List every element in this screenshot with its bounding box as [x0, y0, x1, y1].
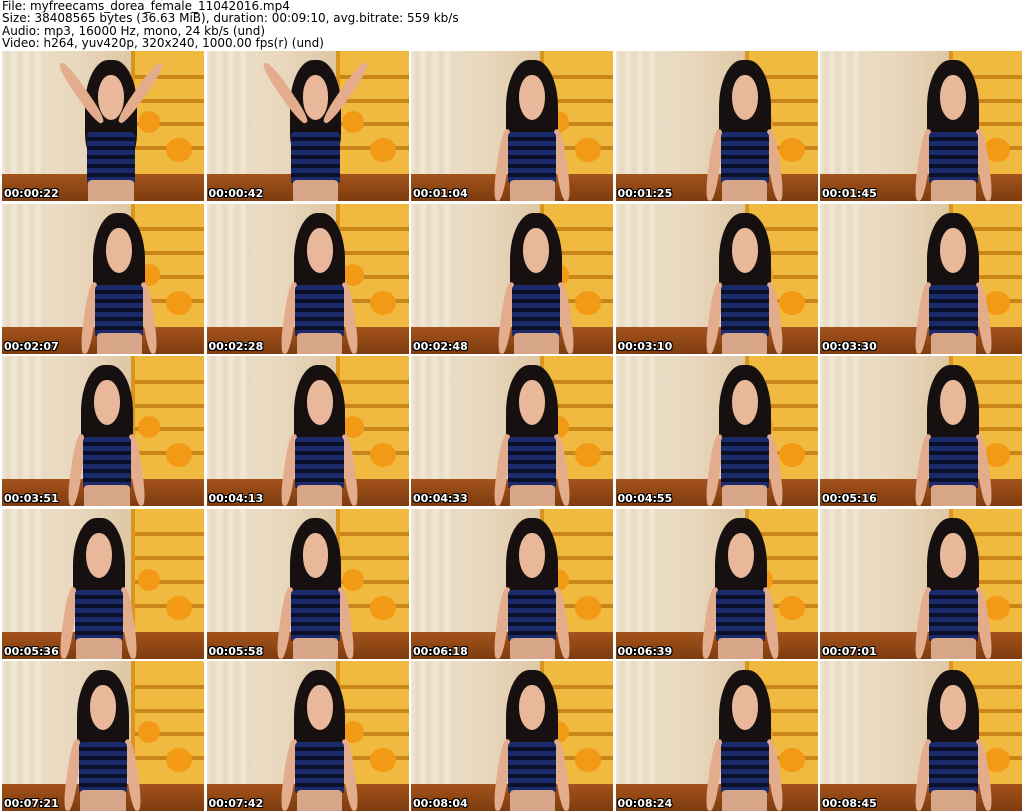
- video-thumbnail: 00:03:30: [820, 203, 1022, 354]
- thumbnail-frame-image: [206, 508, 409, 659]
- thumbnail-timestamp: 00:04:33: [413, 492, 468, 505]
- thumbnail-timestamp: 00:03:51: [4, 492, 59, 505]
- thumbnail-timestamp: 00:07:01: [822, 644, 877, 658]
- video-thumbnail: 00:06:18: [411, 508, 613, 659]
- video-thumbnail: 00:02:48: [411, 203, 613, 354]
- thumbnail-frame-image: [615, 356, 818, 506]
- thumbnail-frame-image: [820, 356, 1022, 506]
- video-thumbnail: 00:05:16: [820, 356, 1022, 506]
- thumbnail-frame-image: [2, 356, 204, 506]
- video-thumbnail: 00:01:04: [411, 51, 613, 201]
- file-size-line: Size: 38408565 bytes (36.63 MiB), durati…: [2, 11, 459, 26]
- thumbnail-frame-image: [2, 51, 204, 201]
- video-thumbnail: 00:05:58: [206, 508, 409, 659]
- video-thumbnail: 00:00:42: [206, 51, 409, 201]
- thumbnail-timestamp: 00:05:58: [208, 644, 264, 658]
- thumbnail-frame-image: [615, 508, 818, 659]
- thumbnail-timestamp: 00:08:24: [617, 797, 673, 810]
- video-thumbnail: 00:04:13: [206, 356, 409, 506]
- thumbnail-timestamp: 00:07:21: [4, 797, 59, 810]
- thumbnail-frame-image: [615, 51, 818, 201]
- thumbnail-timestamp: 00:00:22: [4, 187, 59, 200]
- video-thumbnail: 00:07:42: [206, 661, 409, 811]
- thumbnail-frame-image: [206, 661, 409, 811]
- thumbnail-frame-image: [411, 508, 613, 659]
- video-thumbnail: 00:04:55: [615, 356, 818, 506]
- thumbnail-timestamp: 00:07:42: [208, 797, 264, 810]
- thumbnail-timestamp: 00:06:18: [413, 644, 468, 658]
- thumbnail-frame-image: [615, 661, 818, 811]
- video-thumbnail: 00:03:51: [2, 356, 204, 506]
- video-thumbnail: 00:08:45: [820, 661, 1022, 811]
- thumbnail-timestamp: 00:04:55: [617, 492, 673, 505]
- video-thumbnail: 00:07:21: [2, 661, 204, 811]
- video-thumbnail: 00:08:04: [411, 661, 613, 811]
- thumbnail-frame-image: [206, 203, 409, 354]
- video-thumbnail: 00:08:24: [615, 661, 818, 811]
- thumbnail-timestamp: 00:01:04: [413, 187, 468, 200]
- thumbnail-grid: 00:00:22 00:00:42 00:01:04 00:01:25 00:01:45…: [2, 51, 1022, 811]
- thumbnail-timestamp: 00:00:42: [208, 187, 264, 200]
- video-thumbnail: 00:01:25: [615, 51, 818, 201]
- thumbnail-frame-image: [615, 203, 818, 354]
- thumbnail-timestamp: 00:02:07: [4, 339, 59, 353]
- thumbnail-timestamp: 00:06:39: [617, 644, 673, 658]
- thumbnail-frame-image: [820, 508, 1022, 659]
- video-thumbnail: 00:06:39: [615, 508, 818, 659]
- thumbnail-frame-image: [820, 203, 1022, 354]
- thumbnail-frame-image: [206, 51, 409, 201]
- video-thumbnail: 00:00:22: [2, 51, 204, 201]
- thumbnail-timestamp: 00:04:13: [208, 492, 264, 505]
- thumbnail-timestamp: 00:01:45: [822, 187, 877, 200]
- thumbnail-timestamp: 00:01:25: [617, 187, 673, 200]
- thumbnail-frame-image: [411, 356, 613, 506]
- video-thumbnail: 00:07:01: [820, 508, 1022, 659]
- thumbnail-timestamp: 00:02:48: [413, 339, 468, 353]
- thumbnail-frame-image: [820, 51, 1022, 201]
- thumbnail-frame-image: [820, 661, 1022, 811]
- video-thumbnail: 00:04:33: [411, 356, 613, 506]
- thumbnail-timestamp: 00:03:30: [822, 339, 877, 353]
- thumbnail-timestamp: 00:05:36: [4, 644, 59, 658]
- thumbnail-timestamp: 00:03:10: [617, 339, 673, 353]
- video-thumbnail: 00:05:36: [2, 508, 204, 659]
- thumbnail-frame-image: [2, 203, 204, 354]
- thumbnail-frame-image: [411, 51, 613, 201]
- video-thumbnail: 00:03:10: [615, 203, 818, 354]
- thumbnail-timestamp: 00:05:16: [822, 492, 877, 505]
- video-thumbnail: 00:02:28: [206, 203, 409, 354]
- thumbnail-timestamp: 00:02:28: [208, 339, 264, 353]
- thumbnail-frame-image: [411, 203, 613, 354]
- thumbnail-timestamp: 00:08:45: [822, 797, 877, 810]
- thumbnail-frame-image: [2, 661, 204, 811]
- thumbnail-timestamp: 00:08:04: [413, 797, 468, 810]
- thumbnail-frame-image: [411, 661, 613, 811]
- thumbnail-frame-image: [206, 356, 409, 506]
- video-info-line: Video: h264, yuv420p, 320x240, 1000.00 f…: [2, 35, 324, 50]
- thumbnail-frame-image: [2, 508, 204, 659]
- file-info-header: File: myfreecams_dorea_female_11042016.m…: [0, 0, 1024, 50]
- video-thumbnail: 00:01:45: [820, 51, 1022, 201]
- video-thumbnail: 00:02:07: [2, 203, 204, 354]
